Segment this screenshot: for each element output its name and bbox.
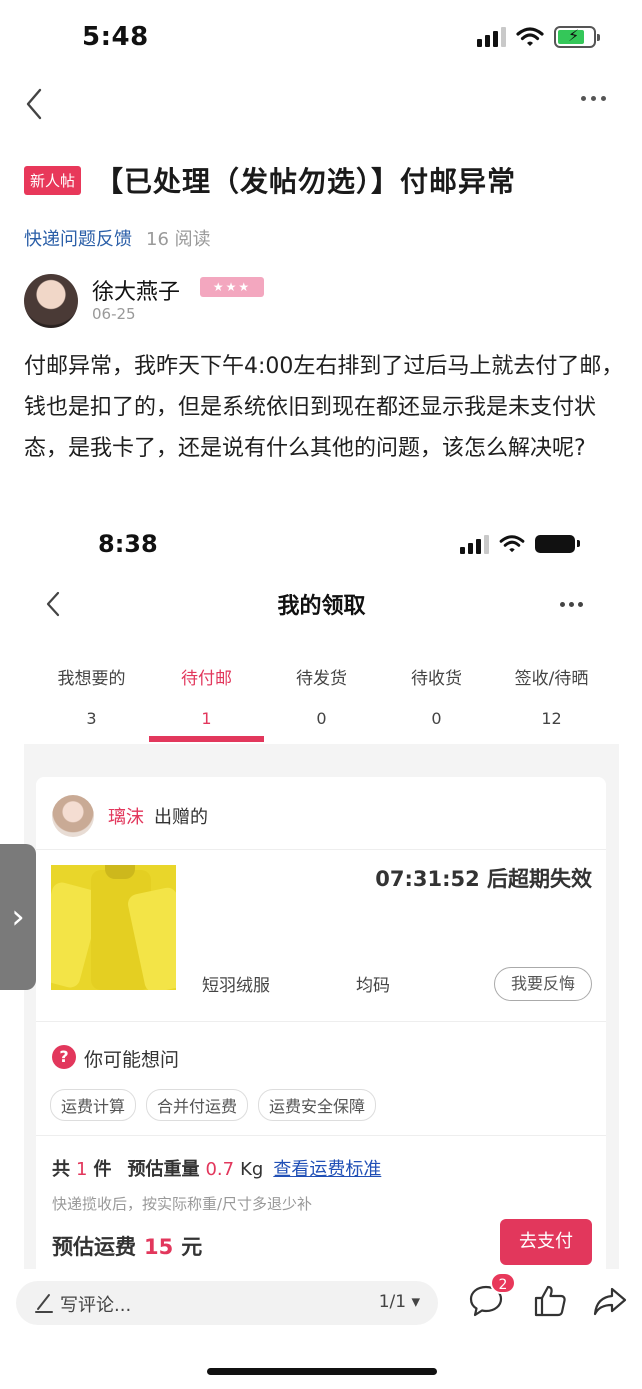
thumbs-up-icon[interactable] — [532, 1284, 568, 1318]
status-time: 5:48 — [82, 22, 149, 52]
battery-icon — [535, 535, 580, 553]
giver-avatar — [52, 795, 94, 837]
giver-name: 璃沫 — [108, 807, 144, 828]
page-indicator[interactable]: 1/1 ▾ — [379, 1292, 420, 1312]
fee-amount: 15 — [144, 1235, 174, 1259]
share-icon[interactable] — [592, 1286, 628, 1318]
page-indicator-text: 1/1 — [378, 1292, 407, 1312]
author-name[interactable]: 徐大燕子 — [92, 274, 180, 306]
tab-received: 签收/待晒 12 — [494, 664, 609, 728]
cellular-signal-icon — [460, 534, 489, 554]
claim-card: 璃沫 出赠的 07:31:52 后超期失效 短羽绒服 均码 我要反悔 ? 你可能… — [36, 777, 606, 1269]
faq-title: 你可能想问 — [84, 1049, 180, 1071]
pay-button: 去支付 — [500, 1219, 592, 1265]
author-avatar[interactable] — [24, 274, 78, 328]
tab-count: 1 — [201, 709, 212, 728]
tab-count: 12 — [541, 709, 562, 728]
weight-label: 预估重量 — [127, 1159, 200, 1180]
wifi-icon — [516, 27, 544, 46]
author-level-badge: ★★★ — [200, 277, 264, 297]
status-icons: ⚡ — [477, 26, 600, 48]
fee-unit: 元 — [181, 1235, 203, 1259]
tab-label: 待发货 — [296, 669, 347, 689]
tab-count: 3 — [86, 709, 97, 728]
post-date: 06-25 — [92, 305, 136, 323]
giver-suffix: 出赠的 — [154, 807, 208, 828]
tab-pending-shipment: 待发货 0 — [264, 664, 379, 728]
post-title: 【已处理（发帖勿选）】付邮异常 — [95, 165, 517, 198]
claim-tabs: 我想要的 3 待付邮 1 待发货 0 待收货 0 签收/待晒 12 — [34, 664, 609, 728]
expiry-countdown: 07:31:52 后超期失效 — [375, 867, 592, 891]
screenshot-status-icons — [460, 534, 580, 554]
post-meta: 快递问题反馈 16 阅读 — [24, 225, 211, 251]
post-body: 付邮异常，我昨天下午4:00左右排到了过后马上就去付了邮，钱也是扣了的，但是系统… — [24, 354, 624, 461]
attached-screenshot[interactable]: 8:38 我的领取 我想要的 3 待付邮 1 待发货 0 待收货 0 签收/待晒… — [24, 524, 619, 1269]
tab-count: 0 — [431, 709, 442, 728]
product-type: 短羽绒服 — [202, 976, 270, 996]
order-summary: 共 1 件 预估重量 0.7 Kg 查看运费标准 — [52, 1155, 381, 1181]
tab-label: 待收货 — [411, 669, 462, 689]
question-icon: ? — [52, 1045, 76, 1069]
divider — [36, 849, 606, 850]
tab-wanted: 我想要的 3 — [34, 664, 149, 728]
comment-count-badge: 2 — [490, 1272, 516, 1294]
faq-chip: 运费安全保障 — [258, 1089, 377, 1121]
tab-count: 0 — [316, 709, 327, 728]
weight-unit: Kg — [240, 1159, 264, 1180]
tab-label: 签收/待晒 — [514, 669, 589, 689]
wifi-icon — [499, 535, 525, 553]
screenshot-status-time: 8:38 — [98, 530, 158, 558]
divider — [36, 1021, 606, 1022]
regret-button: 我要反悔 — [494, 967, 592, 1001]
screenshot-more-icon — [560, 602, 583, 607]
divider — [36, 1135, 606, 1136]
fee-label: 预估运费 — [52, 1235, 136, 1259]
cellular-signal-icon — [477, 27, 506, 47]
item-count: 1 — [76, 1159, 88, 1180]
screenshot-page-title: 我的领取 — [277, 594, 366, 619]
faq-chip: 运费计算 — [50, 1089, 137, 1121]
side-panel-handle[interactable]: › — [0, 844, 36, 990]
active-tab-indicator — [149, 736, 264, 742]
tab-pending-postage: 待付邮 1 — [149, 664, 264, 728]
tab-pending-receipt: 待收货 0 — [379, 664, 494, 728]
status-bar: 5:48 ⚡ — [0, 0, 642, 76]
new-user-post-badge: 新人帖 — [24, 165, 82, 195]
count-unit: 件 — [93, 1159, 112, 1180]
product-size: 均码 — [356, 976, 390, 996]
back-arrow-icon[interactable] — [20, 86, 50, 122]
battery-charging-icon: ⚡ — [554, 26, 600, 48]
count-prefix: 共 — [52, 1159, 70, 1180]
read-count: 16 阅读 — [146, 229, 211, 250]
shipping-standard-link: 查看运费标准 — [273, 1159, 382, 1180]
product-image — [51, 865, 176, 990]
category-link[interactable]: 快递问题反馈 — [24, 225, 132, 251]
weight-value: 0.7 — [205, 1159, 235, 1180]
home-indicator — [207, 1368, 437, 1375]
faq-chip: 合并付运费 — [146, 1089, 249, 1121]
comment-input[interactable]: 写评论... 1/1 ▾ — [16, 1281, 438, 1325]
tab-label: 待付邮 — [181, 669, 232, 689]
tab-label: 我想要的 — [57, 669, 126, 689]
post-title-row: 新人帖 【已处理（发帖勿选）】付邮异常 — [24, 160, 624, 200]
faq-chips: 运费计算 合并付运费 运费安全保障 — [50, 1089, 377, 1121]
pen-icon — [35, 1294, 53, 1313]
more-options-icon[interactable] — [581, 96, 606, 101]
estimated-fee: 预估运费 15 元 — [52, 1231, 202, 1261]
shipping-note: 快递揽收后，按实际称重/尺寸多退少补 — [52, 1195, 313, 1213]
comment-placeholder: 写评论... — [60, 1295, 132, 1316]
